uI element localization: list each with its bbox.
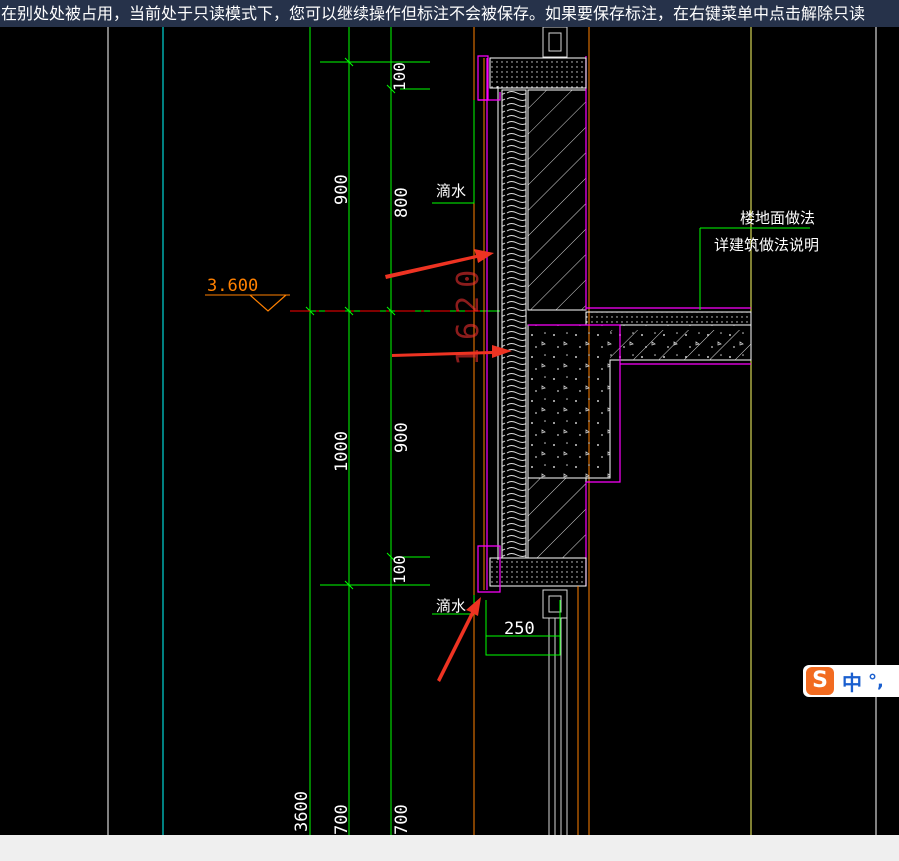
dimension-800: 800 [392,187,412,218]
dimension-1620: 1620 [451,262,486,366]
elevation-value: 3.600 [207,276,258,296]
dimension-900-right: 900 [392,422,412,453]
dimension-3600: 3600 [292,791,312,832]
sogou-ime-icon[interactable]: S [806,667,834,695]
ime-toolbar[interactable]: S 中 °, [803,665,899,697]
readonly-notice-text: 在别处处被占用，当前处于只读模式下，您可以继续操作但标注不会被保存。如果要保存标… [1,4,866,23]
dimension-100-top: 100 [390,62,409,91]
label-floor-method: 楼地面做法 [740,209,815,227]
dimension-700-b: 700 [392,804,412,835]
dimension-100-bottom: 100 [390,555,409,584]
elevation-marker: 3.600 [205,276,290,312]
cad-drawing-canvas[interactable]: 3.600 100 900 800 1000 900 100 1620 250 … [0,27,899,835]
status-bar [0,835,899,861]
dimension-700-a: 700 [332,804,352,835]
label-drip-top: 滴水 [436,182,466,200]
dimension-250: 250 [504,619,535,639]
label-see-arch-notes: 详建筑做法说明 [714,236,819,254]
wall-section [477,27,752,835]
markup-arrows [385,249,512,682]
ime-punctuation-toggle[interactable]: °, [868,671,884,692]
dimension-1000: 1000 [332,431,352,472]
label-leaders [432,100,810,656]
grid-lines [107,27,877,835]
label-drip-bottom: 滴水 [436,597,466,615]
readonly-notice-bar: 在别处处被占用，当前处于只读模式下，您可以继续操作但标注不会被保存。如果要保存标… [0,0,899,27]
ime-mode-toggle[interactable]: 中 [842,667,862,696]
dimension-900-left: 900 [332,174,352,205]
